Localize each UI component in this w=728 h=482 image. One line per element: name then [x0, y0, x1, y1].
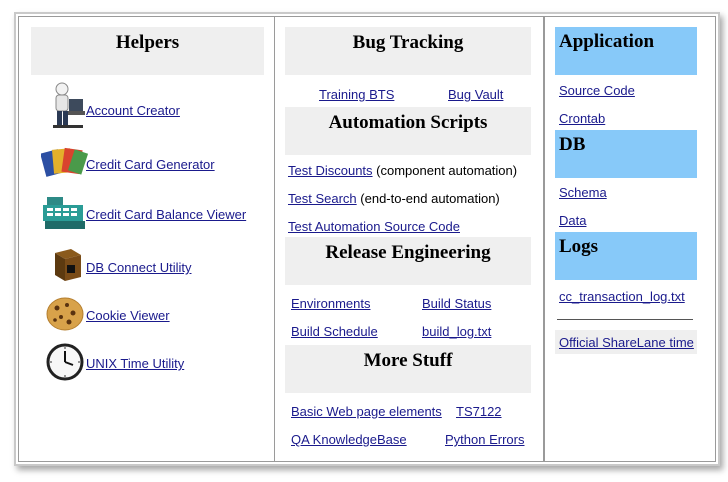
basic-web-page-elements-link[interactable]: Basic Web page elements — [291, 404, 442, 419]
credit-cards-icon — [41, 147, 89, 177]
logs-title: Logs — [559, 236, 599, 257]
build-schedule-link[interactable]: Build Schedule — [291, 324, 378, 339]
release-engineering-header: Release Engineering — [285, 237, 531, 285]
test-search-note: (end-to-end automation) — [360, 191, 500, 206]
clock-icon — [46, 343, 84, 381]
source-code-link[interactable]: Source Code — [559, 83, 635, 98]
db-box-icon — [55, 249, 81, 281]
ts7122-link[interactable]: TS7122 — [456, 404, 502, 419]
test-discounts-row: Test Discounts (component automation) — [288, 163, 517, 178]
test-discounts-link[interactable]: Test Discounts — [288, 163, 373, 178]
cc-transaction-log-link[interactable]: cc_transaction_log.txt — [559, 289, 685, 304]
logs-header: Logs — [555, 232, 697, 280]
cookie-viewer-link[interactable]: Cookie Viewer — [86, 308, 170, 323]
test-search-link[interactable]: Test Search — [288, 191, 357, 206]
build-log-link[interactable]: build_log.txt — [422, 324, 491, 339]
db-header: DB — [555, 130, 697, 178]
automation-scripts-header: Automation Scripts — [285, 107, 531, 155]
release-engineering-title: Release Engineering — [325, 242, 491, 263]
person-at-computer-icon — [53, 82, 85, 128]
data-link[interactable]: Data — [559, 213, 586, 228]
time-link-box: Official ShareLane time — [555, 330, 697, 354]
logs-divider — [557, 319, 693, 320]
main-frame: Helpers Account Creator Credit Card Gene… — [14, 12, 720, 466]
build-status-link[interactable]: Build Status — [422, 296, 491, 311]
account-creator-link[interactable]: Account Creator — [86, 103, 180, 118]
db-connect-utility-link[interactable]: DB Connect Utility — [86, 260, 191, 275]
db-title: DB — [559, 134, 586, 155]
helpers-title: Helpers — [115, 32, 180, 53]
test-search-row: Test Search (end-to-end automation) — [288, 191, 500, 206]
more-stuff-header: More Stuff — [285, 345, 531, 393]
automation-scripts-title: Automation Scripts — [328, 112, 488, 133]
application-title: Application — [559, 31, 655, 52]
application-header: Application — [555, 27, 697, 75]
credit-card-balance-viewer-link[interactable]: Credit Card Balance Viewer — [86, 207, 246, 222]
right-column: Application Source Code Crontab DB Schem… — [544, 16, 716, 462]
cash-register-icon — [43, 197, 85, 229]
more-stuff-title: More Stuff — [363, 350, 453, 371]
unix-time-utility-link[interactable]: UNIX Time Utility — [86, 356, 184, 371]
middle-column: Bug Tracking Training BTS Bug Vault Auto… — [274, 16, 544, 462]
environments-link[interactable]: Environments — [291, 296, 370, 311]
training-bts-link[interactable]: Training BTS — [319, 87, 394, 102]
credit-card-generator-link[interactable]: Credit Card Generator — [86, 157, 215, 172]
bug-vault-link[interactable]: Bug Vault — [448, 87, 503, 102]
schema-link[interactable]: Schema — [559, 185, 607, 200]
crontab-link[interactable]: Crontab — [559, 111, 605, 126]
python-errors-link[interactable]: Python Errors — [445, 432, 524, 447]
cookie-icon — [46, 297, 84, 331]
official-sharelane-time-link[interactable]: Official ShareLane time — [559, 335, 694, 350]
test-automation-source-code-link[interactable]: Test Automation Source Code — [288, 219, 460, 234]
helpers-header: Helpers — [31, 27, 264, 75]
test-discounts-note: (component automation) — [376, 163, 518, 178]
qa-knowledgebase-link[interactable]: QA KnowledgeBase — [291, 432, 407, 447]
bug-tracking-title: Bug Tracking — [352, 32, 464, 53]
helpers-column: Helpers Account Creator Credit Card Gene… — [18, 16, 275, 462]
bug-tracking-header: Bug Tracking — [285, 27, 531, 75]
